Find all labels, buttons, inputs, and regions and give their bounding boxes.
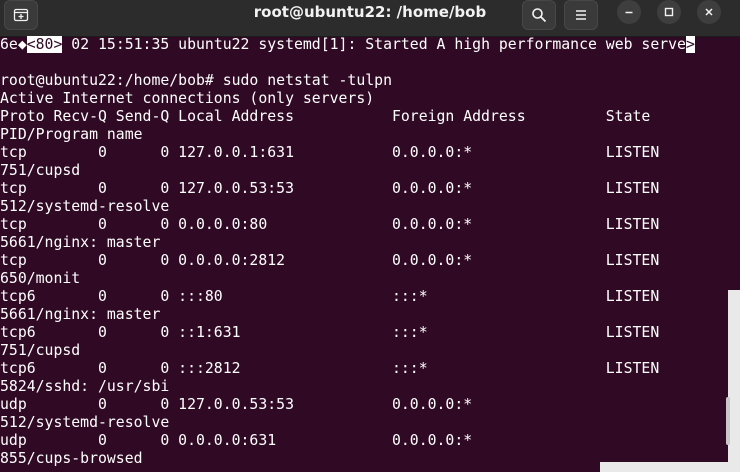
output-line: tcp6 0 0 :::2812 :::* LISTEN: [0, 360, 660, 377]
output-line: 751/cupsd: [0, 162, 81, 179]
log-prefix: 6e◆: [0, 36, 27, 53]
command-prompt: root@ubuntu22:/home/bob# sudo netstat -t…: [0, 72, 392, 89]
output-line: 650/monit: [0, 270, 81, 287]
log-text: 02 15:51:35 ubuntu22 systemd[1]: Started…: [62, 36, 686, 53]
output-line: udp 0 0 127.0.0.53:53 0.0.0.0:*: [0, 396, 473, 413]
output-line: 5661/nginx: master: [0, 234, 161, 251]
minimize-icon: [625, 11, 633, 14]
terminal-scrollbar[interactable]: [726, 397, 730, 445]
menu-button[interactable]: [564, 0, 598, 30]
minimize-button[interactable]: [617, 0, 641, 24]
terminal-output[interactable]: 6e◆<80> 02 15:51:35 ubuntu22 systemd[1]:…: [0, 36, 740, 472]
output-line: udp 0 0 0.0.0.0:631 0.0.0.0:*: [0, 432, 473, 449]
output-line: Proto Recv-Q Send-Q Local Address Foreig…: [0, 108, 651, 125]
close-icon: [705, 8, 713, 16]
log-line: 6e◆<80> 02 15:51:35 ubuntu22 systemd[1]:…: [0, 36, 740, 54]
output-line: tcp 0 0 0.0.0.0:80 0.0.0.0:* LISTEN: [0, 216, 660, 233]
output-line: tcp6 0 0 ::1:631 :::* LISTEN: [0, 324, 660, 341]
output-line: 512/systemd-resolve: [0, 198, 170, 215]
window-titlebar: root@ubuntu22: /home/bob: [0, 0, 740, 37]
maximize-button[interactable]: [657, 0, 681, 24]
search-icon: [532, 8, 547, 23]
search-button[interactable]: [522, 0, 556, 30]
output-line: tcp 0 0 0.0.0.0:2812 0.0.0.0:* LISTEN: [0, 252, 660, 269]
hamburger-menu-icon: [576, 10, 586, 20]
output-line: Active Internet connections (only server…: [0, 90, 375, 107]
log-truncation-marker: >: [685, 36, 695, 53]
background-window-fragment: [600, 462, 740, 472]
output-line: tcp6 0 0 :::80 :::* LISTEN: [0, 288, 660, 305]
output-line: 5824/sshd: /usr/sbi: [0, 378, 170, 395]
output-line: tcp 0 0 127.0.0.53:53 0.0.0.0:* LISTEN: [0, 180, 660, 197]
output-line: tcp 0 0 127.0.0.1:631 0.0.0.0:* LISTEN: [0, 144, 660, 161]
maximize-icon: [664, 7, 674, 17]
output-line: 512/systemd-resolve: [0, 414, 170, 431]
background-window-edge: [728, 290, 740, 472]
log-highlight: <80>: [26, 36, 63, 53]
output-line: PID/Program name: [0, 126, 143, 143]
output-line: 5661/nginx: master: [0, 306, 161, 323]
close-button[interactable]: [697, 0, 721, 24]
output-line: 751/cupsd: [0, 342, 81, 359]
